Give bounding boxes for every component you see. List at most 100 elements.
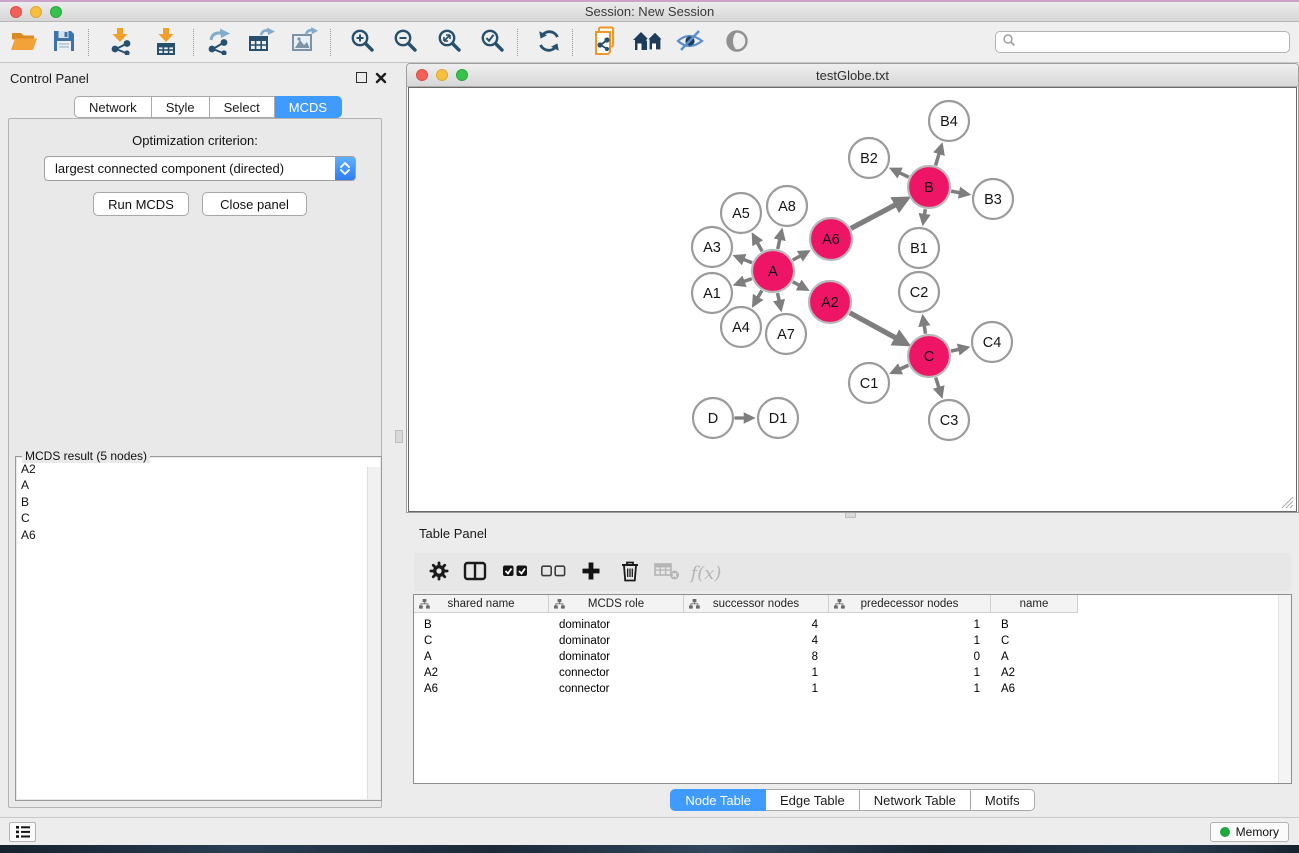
- table-cell[interactable]: C: [414, 633, 549, 649]
- toggle-bird-view-button[interactable]: [723, 29, 751, 57]
- zoom-in-button[interactable]: [348, 29, 376, 57]
- search-field[interactable]: [995, 31, 1290, 53]
- graph-node-B3[interactable]: B3: [973, 179, 1013, 219]
- graph-edge-A-A7[interactable]: [778, 293, 781, 307]
- graph-node-C3[interactable]: C3: [929, 400, 969, 440]
- minimize-network-window-button[interactable]: [436, 69, 448, 81]
- export-image-button[interactable]: [290, 29, 318, 57]
- table-cell[interactable]: 4: [684, 617, 829, 633]
- graph-node-A3[interactable]: A3: [692, 227, 732, 267]
- column-header-name[interactable]: name: [991, 595, 1078, 613]
- graph-node-A5[interactable]: A5: [721, 193, 761, 233]
- graph-node-A[interactable]: A: [752, 250, 794, 292]
- search-input[interactable]: [1017, 33, 1289, 51]
- graph-edge-C-C2[interactable]: [923, 320, 925, 334]
- table-row[interactable]: Bdominator41B: [414, 617, 1078, 633]
- float-panel-icon[interactable]: [356, 72, 367, 83]
- table-cell[interactable]: B: [991, 617, 1078, 633]
- memory-button[interactable]: Memory: [1210, 822, 1289, 842]
- table-cell[interactable]: dominator: [549, 649, 684, 665]
- graph-node-C1[interactable]: C1: [849, 363, 889, 403]
- zoom-fit-button[interactable]: [435, 29, 463, 57]
- graph-edge-A6-B[interactable]: [851, 201, 904, 229]
- maximize-window-button[interactable]: [50, 6, 62, 18]
- table-settings-button[interactable]: [426, 560, 452, 586]
- column-header-shared-name[interactable]: shared name: [414, 595, 549, 613]
- graph-node-C[interactable]: C: [908, 335, 950, 377]
- first-neighbors-button[interactable]: [634, 29, 662, 57]
- mcds-result-item[interactable]: A: [21, 477, 380, 493]
- mcds-result-item[interactable]: A2: [21, 461, 380, 477]
- mcds-result-item[interactable]: B: [21, 494, 380, 510]
- import-network-button[interactable]: [107, 29, 135, 57]
- mcds-result-item[interactable]: C: [21, 510, 380, 526]
- window-resize-grip-icon[interactable]: [1281, 496, 1294, 509]
- table-cell[interactable]: 1: [684, 681, 829, 697]
- tab-select[interactable]: Select: [210, 96, 275, 118]
- tab-network-table[interactable]: Network Table: [860, 789, 971, 811]
- tab-mcds[interactable]: MCDS: [275, 96, 342, 118]
- tab-motifs[interactable]: Motifs: [971, 789, 1035, 811]
- graph-edge-A-A5[interactable]: [755, 238, 763, 252]
- graph-node-A2[interactable]: A2: [809, 281, 851, 323]
- tab-edge-table[interactable]: Edge Table: [766, 789, 860, 811]
- graph-edge-C-C1[interactable]: [895, 365, 909, 371]
- export-network-button[interactable]: [205, 29, 233, 57]
- table-cell[interactable]: 0: [829, 649, 991, 665]
- graph-node-A6[interactable]: A6: [810, 218, 852, 260]
- table-cell[interactable]: 1: [829, 617, 991, 633]
- graph-edge-A-A8[interactable]: [778, 233, 781, 249]
- table-cell[interactable]: A6: [991, 681, 1078, 697]
- table-cell[interactable]: A6: [414, 681, 549, 697]
- graph-edge-B-B1[interactable]: [924, 209, 926, 220]
- table-cell[interactable]: A: [414, 649, 549, 665]
- graph-node-A8[interactable]: A8: [767, 186, 807, 226]
- graph-edge-B-B2[interactable]: [894, 170, 909, 177]
- graph-node-A1[interactable]: A1: [692, 273, 732, 313]
- close-panel-button[interactable]: Close panel: [202, 192, 307, 216]
- run-mcds-button[interactable]: Run MCDS: [93, 192, 189, 216]
- table-cell[interactable]: A2: [991, 665, 1078, 681]
- table-cell[interactable]: A2: [414, 665, 549, 681]
- delete-column-button[interactable]: [617, 560, 643, 586]
- column-header-predecessor-nodes[interactable]: predecessor nodes: [829, 595, 991, 613]
- tab-style[interactable]: Style: [152, 96, 210, 118]
- criterion-dropdown[interactable]: largest connected component (directed): [44, 156, 356, 181]
- table-cell[interactable]: connector: [549, 665, 684, 681]
- table-cell[interactable]: connector: [549, 681, 684, 697]
- graph-edge-A-A2[interactable]: [793, 282, 805, 288]
- network-from-selection-button[interactable]: [592, 29, 620, 57]
- split-table-button[interactable]: [462, 560, 488, 586]
- mcds-result-list[interactable]: A2ABCA6: [17, 458, 380, 799]
- graph-edge-A-A3[interactable]: [738, 257, 752, 263]
- graph-edge-B-B4[interactable]: [936, 148, 941, 166]
- graph-node-B1[interactable]: B1: [899, 228, 939, 268]
- graph-node-A7[interactable]: A7: [766, 314, 806, 354]
- graph-node-C4[interactable]: C4: [972, 322, 1012, 362]
- table-row[interactable]: A6connector11A6: [414, 681, 1078, 697]
- table-cell[interactable]: 8: [684, 649, 829, 665]
- table-cell[interactable]: 1: [829, 633, 991, 649]
- save-session-button[interactable]: [50, 29, 78, 57]
- graph-edge-A2-C[interactable]: [850, 313, 904, 342]
- graph-edge-C-C4[interactable]: [951, 348, 965, 351]
- table-cell[interactable]: 1: [829, 681, 991, 697]
- table-cell[interactable]: dominator: [549, 633, 684, 649]
- table-row[interactable]: Cdominator41C: [414, 633, 1078, 649]
- graph-node-B[interactable]: B: [908, 166, 950, 208]
- select-all-columns-button[interactable]: [502, 560, 528, 586]
- mcds-result-item[interactable]: A6: [21, 527, 380, 543]
- table-scrollbar[interactable]: [1278, 595, 1291, 783]
- minimize-window-button[interactable]: [30, 6, 42, 18]
- graph-edge-A-A1[interactable]: [738, 279, 751, 284]
- graph-edge-B-B3[interactable]: [951, 191, 965, 194]
- table-cell[interactable]: 1: [829, 665, 991, 681]
- close-network-window-button[interactable]: [416, 69, 428, 81]
- task-history-button[interactable]: [9, 822, 36, 842]
- column-header-MCDS-role[interactable]: MCDS role: [549, 595, 684, 613]
- network-canvas[interactable]: B4B2BB3A5A8A6B1A3AA1C2A2A4A7C4CC1C3DD1: [408, 87, 1297, 512]
- deselect-all-columns-button[interactable]: [540, 560, 566, 586]
- maximize-network-window-button[interactable]: [456, 69, 468, 81]
- refresh-network-button[interactable]: [535, 29, 563, 57]
- tab-network[interactable]: Network: [74, 96, 152, 118]
